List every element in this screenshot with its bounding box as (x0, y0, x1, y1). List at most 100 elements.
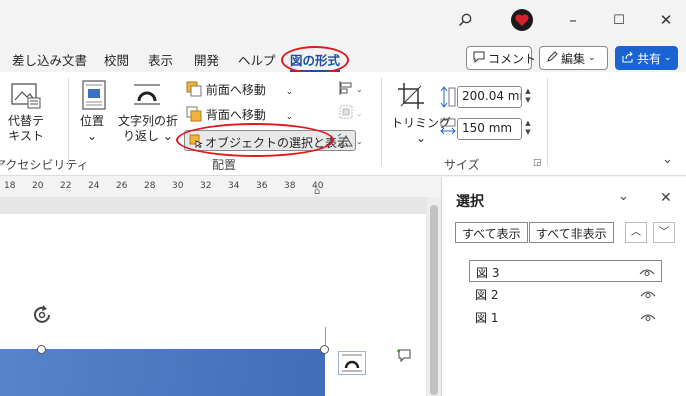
close-pane-icon[interactable]: ✕ (660, 190, 672, 206)
ruler-tick: 26 (116, 181, 128, 191)
document-area (0, 197, 441, 396)
anchor-comment-icon[interactable] (396, 348, 412, 367)
svg-text:⌄: ⌄ (356, 109, 363, 118)
wrap-text-icon (132, 82, 162, 111)
position-label: 位置 (80, 114, 105, 128)
vertical-scrollbar[interactable] (427, 197, 441, 396)
group-icon[interactable]: ⌄ (338, 104, 364, 123)
ruler-tick: 30 (172, 181, 184, 191)
ribbon: 代替テ キスト アクセシビリティ 位置 ⌄ 文字列の折 り返し ⌄ 前面へ移動 … (0, 72, 686, 176)
horizontal-ruler: 18 20 22 24 26 28 30 32 34 36 38 40 ⌂ (0, 177, 441, 197)
rotate-handle-icon[interactable] (31, 303, 55, 330)
minimize-button[interactable]: – (560, 8, 586, 32)
item-name: 図 2 (475, 288, 499, 302)
height-spinner[interactable]: ▲ ▼ (522, 87, 534, 107)
align-icon[interactable]: ⌄ (338, 80, 364, 99)
title-bar: – ☐ ✕ (0, 0, 686, 40)
eye-icon[interactable] (640, 288, 656, 302)
ruler-tick: 22 (60, 181, 72, 191)
chevron-down-icon: ⌄ (588, 53, 596, 63)
ruler-tick: 36 (256, 181, 268, 191)
selection-pane-title: 選択 (456, 194, 484, 210)
eye-icon[interactable] (639, 266, 655, 280)
share-button[interactable]: 共有 ⌄ (615, 46, 678, 70)
pencil-icon (546, 50, 558, 66)
size-dialog-launcher-icon[interactable]: ◲ (533, 158, 542, 168)
selected-picture[interactable] (0, 349, 325, 396)
list-item[interactable]: 図 1 (469, 306, 662, 328)
width-input[interactable]: 150 mm (457, 118, 522, 140)
resize-handle[interactable] (320, 345, 329, 354)
scrollbar-thumb[interactable] (430, 205, 438, 395)
pane-options-chevron-icon[interactable]: ⌄ (618, 189, 629, 204)
alt-text-button[interactable]: 代替テ キスト (8, 114, 44, 144)
svg-text:⌄: ⌄ (356, 85, 363, 94)
tab-help[interactable]: ヘルプ (238, 50, 276, 69)
width-spinner[interactable]: ▲ ▼ (522, 119, 534, 139)
edit-label: 編集 (561, 51, 586, 66)
comment-button[interactable]: コメント (466, 46, 536, 70)
height-input[interactable]: 200.04 mm (457, 86, 522, 108)
chevron-down-icon: ⌄ (664, 53, 672, 63)
wrap-text-label-2: り返し ⌄ (123, 129, 173, 143)
ribbon-separator (381, 78, 382, 166)
ruler-tick: 18 (4, 181, 16, 191)
selection-pane-button[interactable]: オブジェクトの選択と表示 (184, 130, 357, 151)
chevron-down-icon: ⌄ (285, 87, 294, 97)
wrap-text-label-1: 文字列の折 (118, 114, 179, 128)
selection-pane: 選択 ⌄ ✕ すべて表示 すべて非表示 ︿ ﹀ 図 3 図 2 図 1 (441, 177, 686, 396)
search-icon[interactable] (452, 8, 478, 32)
bring-forward-arrow-icon[interactable]: ︿ (625, 222, 647, 243)
bring-forward-label: 前面へ移動 (205, 83, 266, 97)
list-item[interactable]: 図 3 (469, 260, 662, 282)
send-backward-arrow-icon[interactable]: ﹀ (653, 222, 675, 243)
alt-text-label-2: キスト (8, 129, 44, 143)
maximize-button[interactable]: ☐ (606, 8, 632, 32)
position-icon (82, 80, 106, 113)
ruler-indent-marker[interactable]: ⌂ (314, 186, 320, 197)
document-page[interactable] (0, 214, 426, 396)
list-item[interactable]: 図 2 (469, 283, 662, 305)
group-label-size: サイズ (444, 158, 480, 172)
ruler-tick: 38 (284, 181, 296, 191)
tab-mailings[interactable]: 差し込み文書 (12, 50, 87, 69)
send-backward-icon (186, 106, 202, 125)
comment-icon (473, 51, 485, 66)
chevron-down-icon: ⌄ (285, 112, 294, 122)
selection-pane-label: オブジェクトの選択と表示 (205, 136, 350, 150)
layout-options-icon[interactable] (338, 351, 366, 378)
chevron-down-icon: ⌄ (162, 129, 173, 143)
share-icon (622, 51, 634, 66)
show-all-button[interactable]: すべて表示 (455, 222, 528, 243)
resize-handle[interactable] (37, 345, 46, 354)
close-button[interactable]: ✕ (653, 8, 679, 32)
ruler-tick: 20 (32, 181, 44, 191)
group-label-accessibility: アクセシビリティ (0, 158, 89, 172)
bring-forward-button[interactable]: 前面へ移動 ⌄ (186, 81, 293, 100)
bring-forward-icon (186, 81, 202, 100)
item-name: 図 3 (476, 266, 500, 280)
tab-review[interactable]: 校閲 (104, 50, 129, 69)
ruler-tick: 28 (144, 181, 156, 191)
avatar[interactable] (509, 8, 535, 32)
width-icon (440, 118, 456, 139)
send-backward-button[interactable]: 背面へ移動 ⌄ (186, 106, 293, 125)
tab-view[interactable]: 表示 (148, 50, 173, 69)
edit-mode-button[interactable]: 編集 ⌄ (539, 46, 608, 70)
collapse-ribbon-icon[interactable]: ⌄ (662, 152, 673, 167)
crop-icon (397, 82, 425, 113)
tab-developer[interactable]: 開発 (194, 50, 219, 69)
height-icon (440, 86, 456, 111)
position-button[interactable]: 位置 ⌄ (80, 114, 104, 144)
eye-icon[interactable] (640, 311, 656, 325)
alt-text-icon (10, 82, 42, 113)
alt-text-label-1: 代替テ (8, 114, 45, 128)
ribbon-separator (68, 78, 69, 166)
share-label: 共有 (637, 51, 662, 66)
hide-all-button[interactable]: すべて非表示 (529, 222, 614, 243)
comment-label: コメント (488, 51, 537, 66)
rotate-icon[interactable]: ⌄ (337, 132, 364, 151)
wrap-text-button[interactable]: 文字列の折 り返し ⌄ (118, 114, 178, 144)
selection-pane-icon (189, 134, 203, 151)
tab-picture-format[interactable]: 図の形式 (290, 50, 341, 72)
